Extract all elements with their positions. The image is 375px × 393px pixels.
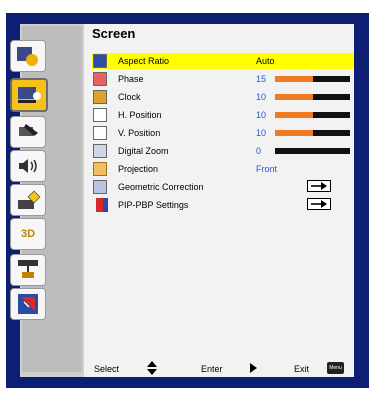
menu-item-digital-zoom[interactable]: Digital Zoom 0 xyxy=(92,143,354,159)
enter-submenu-button[interactable] xyxy=(307,180,331,192)
menu-item-aspect-ratio[interactable]: Aspect Ratio Auto xyxy=(92,53,354,69)
geometric-correction-icon xyxy=(93,180,107,194)
volume-icon[interactable] xyxy=(10,150,46,182)
projection-icon xyxy=(93,162,107,176)
h-position-slider[interactable] xyxy=(275,112,350,118)
aspect-ratio-icon xyxy=(93,54,107,68)
network-icon[interactable] xyxy=(10,254,46,286)
clock-icon xyxy=(93,90,107,104)
options-icon[interactable] xyxy=(10,184,46,216)
digital-zoom-icon xyxy=(93,144,107,158)
menu-item-h-position[interactable]: H. Position 10 xyxy=(92,107,354,123)
arrow-right-icon xyxy=(311,182,327,190)
information-icon[interactable] xyxy=(10,288,46,320)
arrow-right-icon xyxy=(250,363,257,373)
arrow-right-icon xyxy=(311,200,327,208)
picture-icon[interactable] xyxy=(10,40,46,72)
footer-select-label: Select xyxy=(94,364,120,374)
enter-submenu-button[interactable] xyxy=(307,198,331,210)
screen-icon[interactable] xyxy=(10,78,48,112)
h-position-icon xyxy=(93,108,107,122)
pip-pbp-icon xyxy=(96,198,103,212)
menu-item-clock[interactable]: Clock 10 xyxy=(92,89,354,105)
up-down-arrows-icon xyxy=(147,361,157,375)
menu-key-icon: Menu xyxy=(327,362,344,374)
menu-item-v-position[interactable]: V. Position 10 xyxy=(92,125,354,141)
pip-pbp-icon-part xyxy=(103,198,108,212)
phase-icon xyxy=(93,72,107,86)
page-title: Screen xyxy=(92,26,136,41)
digital-zoom-slider[interactable] xyxy=(275,148,350,154)
v-position-slider[interactable] xyxy=(275,130,350,136)
menu-item-geometric-correction[interactable]: Geometric Correction xyxy=(92,179,354,195)
clock-slider[interactable] xyxy=(275,94,350,100)
phase-slider[interactable] xyxy=(275,76,350,82)
menu-item-projection[interactable]: Projection Front xyxy=(92,161,354,177)
v-position-icon xyxy=(93,126,107,140)
3d-icon[interactable]: 3D xyxy=(10,218,46,250)
menu-item-phase[interactable]: Phase 15 xyxy=(92,71,354,87)
footer-enter-label: Enter xyxy=(201,364,223,374)
setting-icon[interactable] xyxy=(10,116,46,148)
footer-exit-label: Exit xyxy=(294,364,310,374)
menu-item-pip-pbp-settings[interactable]: PIP-PBP Settings xyxy=(92,197,354,213)
